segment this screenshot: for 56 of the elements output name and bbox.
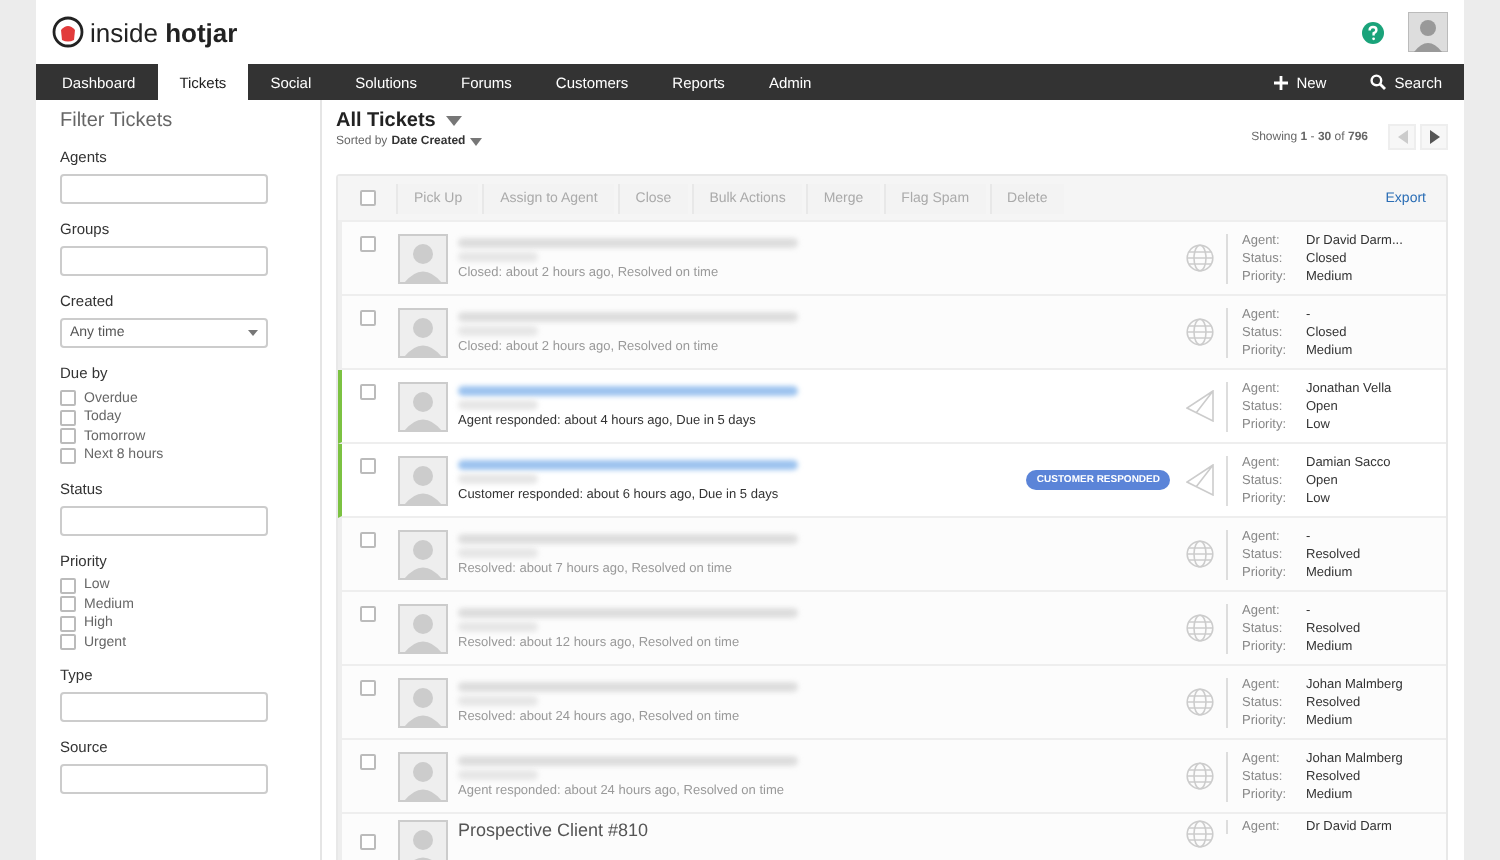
select-all-checkbox[interactable] (360, 190, 376, 206)
help-icon[interactable] (1362, 21, 1384, 43)
paper-plane-icon (1186, 464, 1214, 496)
checkbox[interactable] (60, 409, 76, 425)
search-icon (1370, 74, 1387, 90)
caret-icon (248, 330, 258, 336)
row-checkbox[interactable] (360, 680, 376, 696)
right-triangle-icon (1429, 130, 1439, 144)
paper-plane-icon (1186, 390, 1214, 422)
checkbox[interactable] (60, 634, 76, 650)
avatar-icon (398, 381, 448, 431)
ticket-subject[interactable]: Prospective Client #810 (458, 820, 649, 840)
row-checkbox[interactable] (360, 606, 376, 622)
avatar-icon (398, 233, 448, 283)
globe-icon (1186, 318, 1214, 346)
blurred-sender-drawing (458, 473, 538, 483)
filter-input[interactable] (60, 505, 268, 535)
row-checkbox[interactable] (360, 310, 376, 326)
filter-input[interactable] (60, 246, 268, 276)
left-triangle-icon (1397, 130, 1407, 144)
globe-icon (1186, 820, 1214, 848)
row-checkbox[interactable] (360, 834, 376, 850)
row-checkbox[interactable] (360, 384, 376, 400)
avatar-icon[interactable] (1408, 12, 1448, 52)
globe-icon (1186, 762, 1214, 790)
checkbox[interactable] (60, 390, 76, 406)
filter-input[interactable] (60, 174, 268, 204)
filter-input[interactable] (60, 764, 268, 794)
row-checkbox[interactable] (360, 754, 376, 770)
filter-input[interactable] (60, 692, 268, 722)
avatar-icon (398, 751, 448, 801)
logo-icon (52, 16, 84, 48)
checkbox[interactable] (60, 615, 76, 631)
avatar-icon (398, 820, 448, 860)
avatar-icon (398, 677, 448, 727)
logo-text: inside hotjar (90, 17, 238, 47)
avatar-icon (398, 455, 448, 505)
checkbox[interactable] (60, 447, 76, 463)
avatar-icon (398, 603, 448, 653)
avatar-icon (398, 529, 448, 579)
row-checkbox[interactable] (360, 236, 376, 252)
globe-icon (1186, 540, 1214, 568)
plus-icon (1274, 75, 1289, 89)
globe-icon (1186, 244, 1214, 272)
avatar-icon (398, 307, 448, 357)
globe-icon (1186, 614, 1214, 642)
globe-icon (1186, 688, 1214, 716)
list-title: All Tickets (336, 110, 436, 132)
filter-title: Filter Tickets (60, 110, 175, 132)
row-checkbox[interactable] (360, 532, 376, 548)
next-page-button[interactable] (1420, 124, 1448, 150)
checkbox[interactable] (60, 428, 76, 444)
checkbox[interactable] (60, 596, 76, 612)
checkbox[interactable] (60, 577, 76, 593)
row-checkbox[interactable] (360, 458, 376, 474)
blurred-sender-drawing (458, 399, 538, 409)
